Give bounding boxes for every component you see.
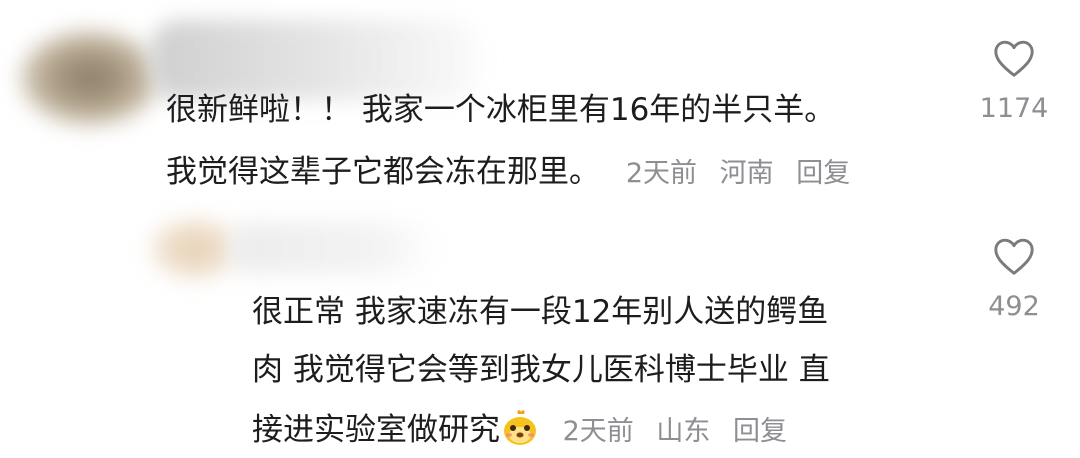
comment-text: 接进实验室做研究 2天前 山东 回复 [252,408,801,452]
comment-time: 2天前 [562,416,634,447]
like-button[interactable]: 1174 [974,38,1054,126]
comment-text-line: 接进实验室做研究 [252,412,500,448]
username-blurred[interactable] [230,222,440,274]
comment-location: 山东 [656,416,711,447]
comment-location: 河南 [719,158,774,189]
like-button[interactable]: 492 [974,236,1054,324]
reply-button[interactable]: 回复 [733,416,787,447]
like-count: 492 [988,291,1040,322]
cartoon-face-emoji [504,410,536,445]
comment-text-line: 我觉得这辈子它都会冻在那里。 [166,154,600,190]
reply-button[interactable]: 回复 [796,158,850,189]
username-blurred[interactable] [150,20,480,100]
heart-outline-icon[interactable] [992,236,1036,276]
comment-time: 2天前 [625,158,698,189]
comment-text: 肉 我觉得它会等到我女儿医科博士毕业 直 [252,352,830,388]
avatar[interactable] [20,30,160,126]
like-count: 1174 [979,93,1049,124]
comment-text: 很新鲜啦！！ 我家一个冰柜里有16年的半只羊。 [166,92,836,128]
comment-text: 我觉得这辈子它都会冻在那里。 2天前 河南 回复 [166,152,864,194]
avatar[interactable] [150,218,240,280]
heart-outline-icon[interactable] [992,38,1036,78]
comment-text: 很正常 我家速冻有一段12年别人送的鳄鱼 [252,294,829,330]
